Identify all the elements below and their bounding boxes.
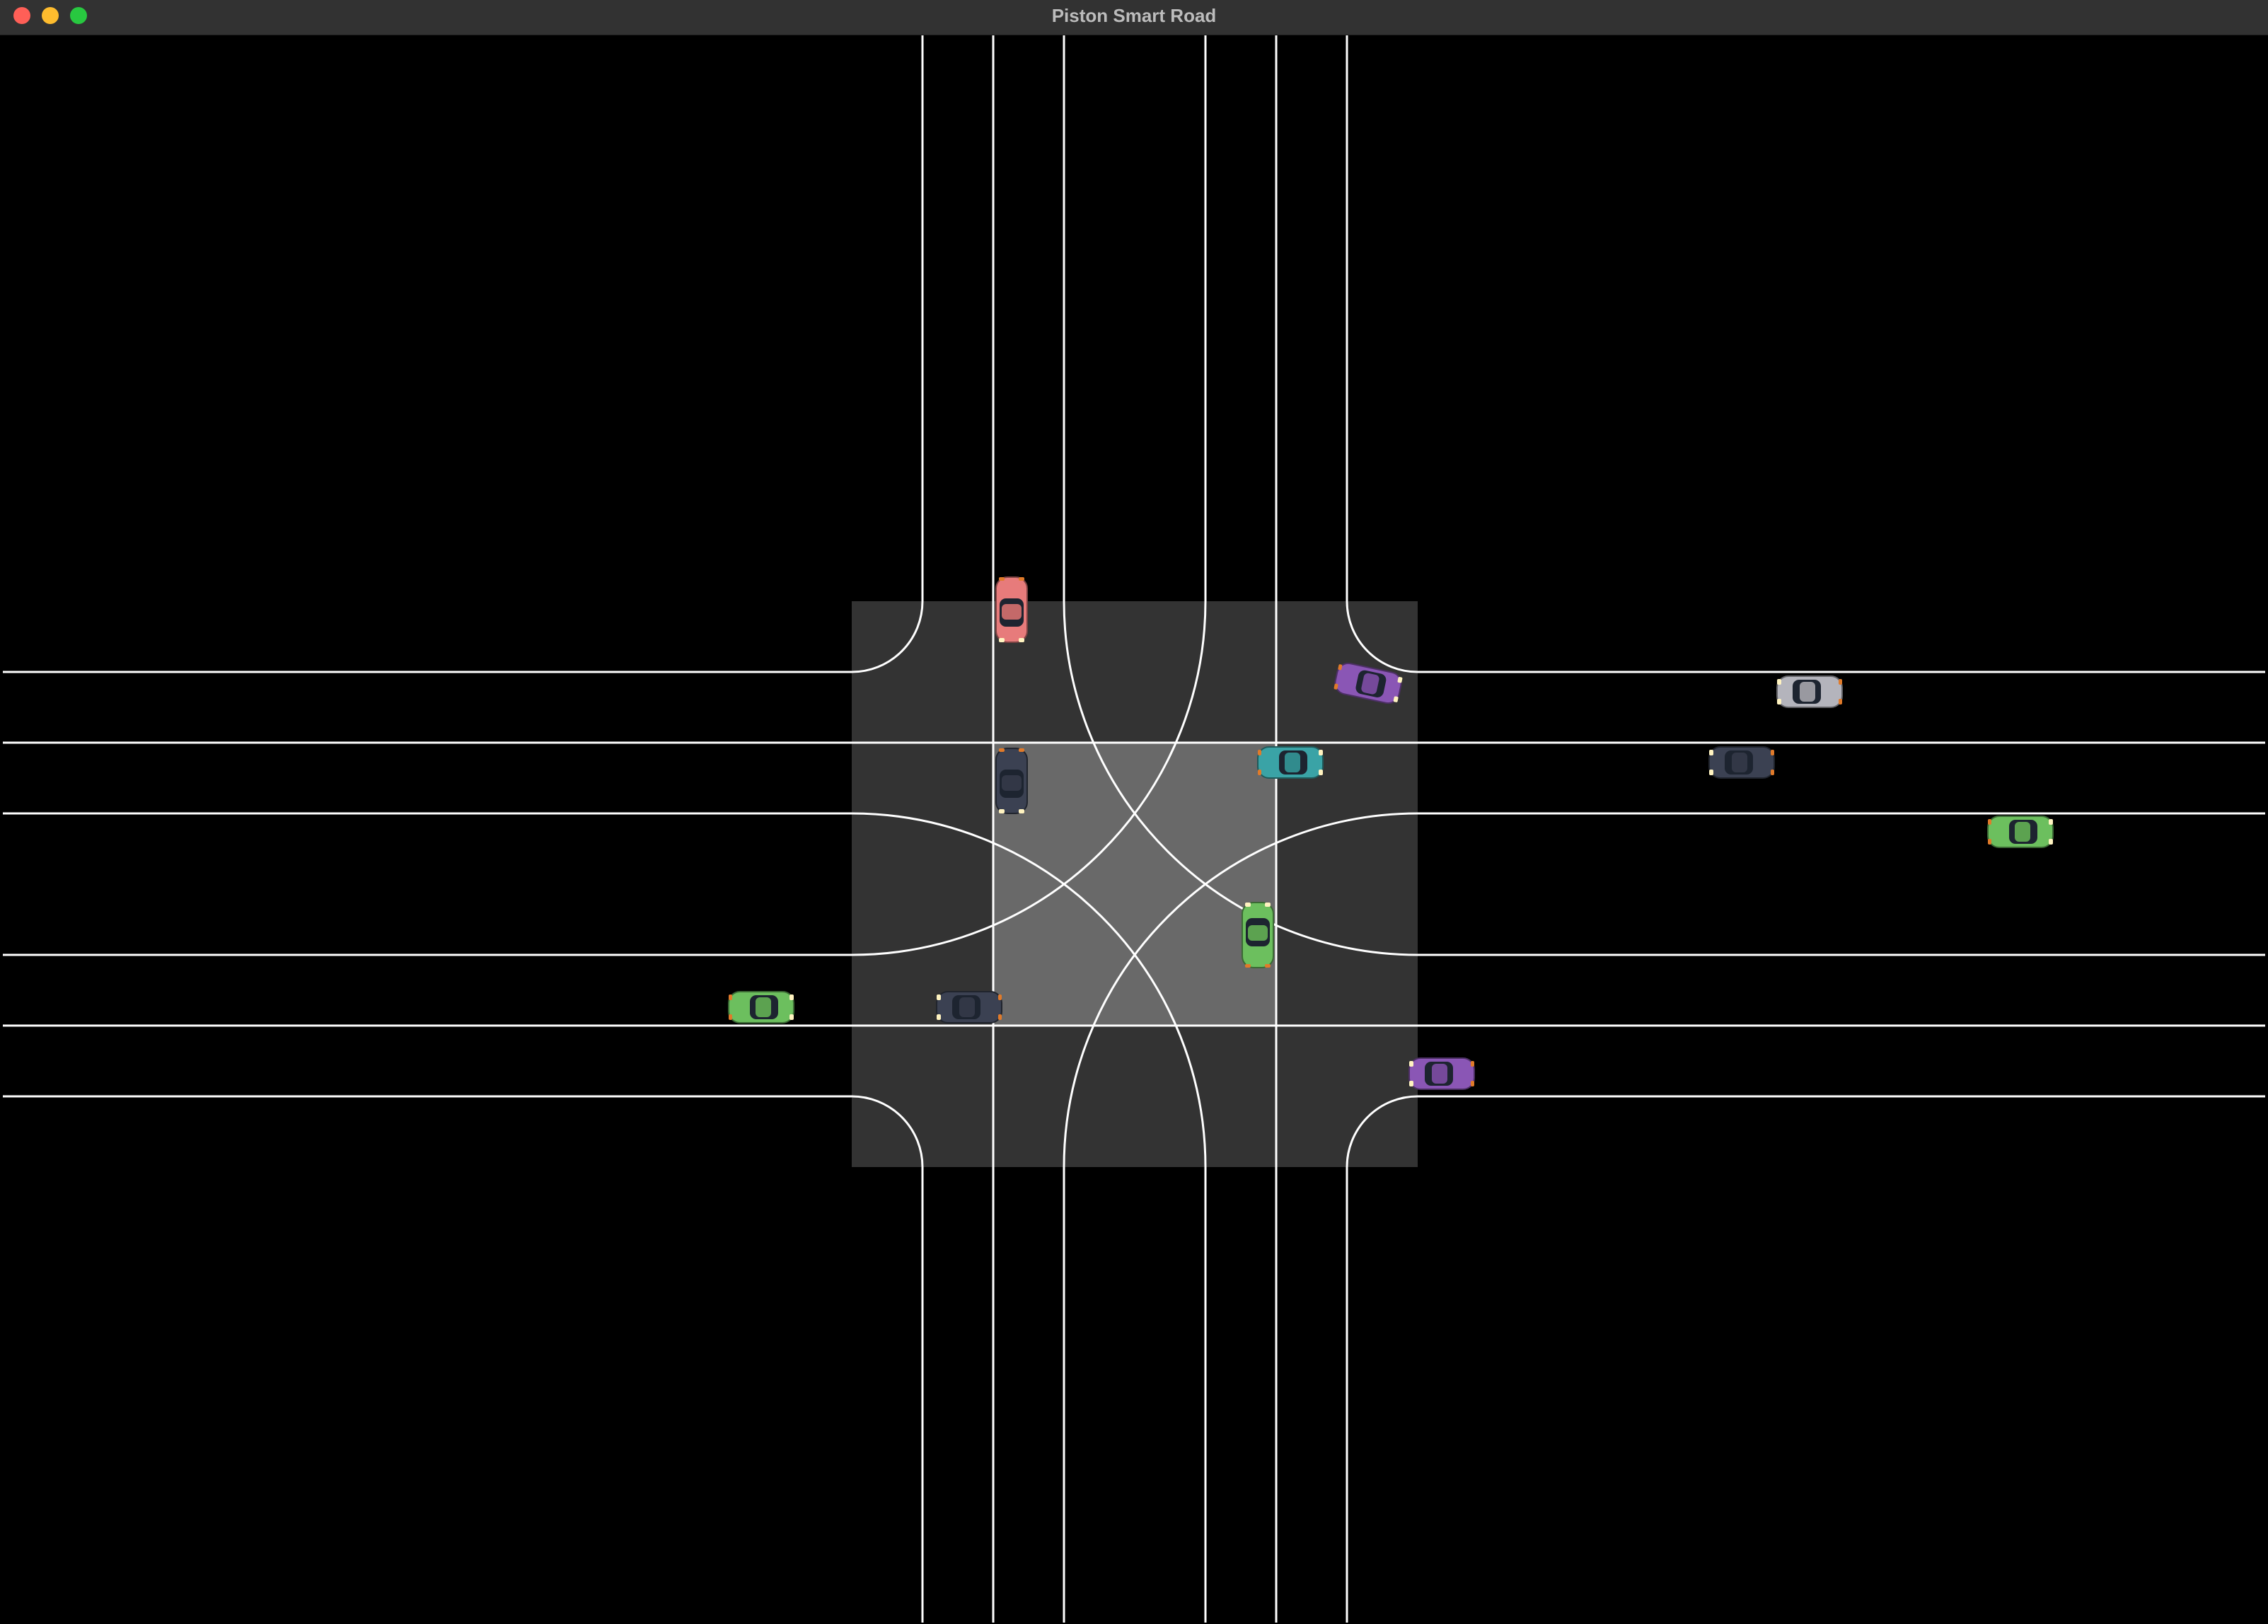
- car-green-center-vehicle: [1242, 902, 1274, 968]
- car-teal-center-vehicle: [1257, 746, 1324, 779]
- car-navy-east-vehicle: [1708, 746, 1775, 779]
- window-title: Piston Smart Road: [1051, 5, 1217, 26]
- road-canvas: [3, 35, 2265, 1623]
- intersection-inner-area: [993, 743, 1276, 1026]
- car-purple-se-vehicle: [1408, 1057, 1475, 1090]
- car-green-east-vehicle: [1987, 816, 2054, 848]
- car-red-north-vehicle: [995, 576, 1028, 643]
- car-silver-east-vehicle: [1776, 675, 1843, 708]
- car-green-west-vehicle: [728, 991, 794, 1023]
- car-navy-north-lane-vehicle: [995, 748, 1028, 814]
- road-scene: [3, 35, 2265, 1623]
- title-bar: Piston Smart Road: [0, 0, 2268, 35]
- app-window: Piston Smart Road: [0, 0, 2268, 1624]
- car-navy-west-vehicle: [936, 991, 1002, 1023]
